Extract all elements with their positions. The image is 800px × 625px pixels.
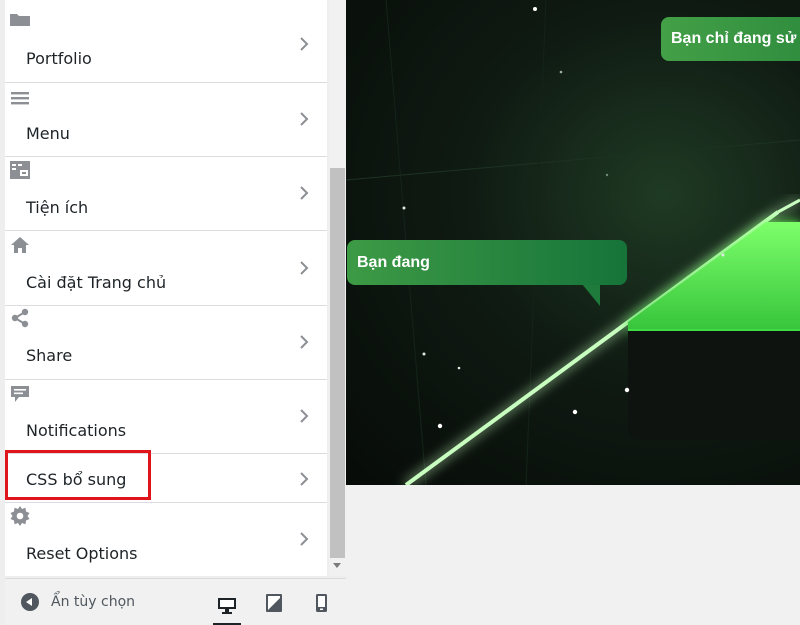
bubble-text: Bạn chỉ đang sử d	[671, 30, 800, 47]
section-label: Notifications	[26, 421, 127, 440]
section-widgets[interactable]: Tiện ích	[5, 157, 327, 231]
preview-tablet-button[interactable]	[260, 589, 288, 617]
collapse-label: Ẩn tùy chọn	[51, 594, 136, 610]
sidebar-scrollbar[interactable]	[329, 0, 346, 576]
chevron-right-icon	[300, 37, 309, 51]
section-homepage-settings[interactable]: Cài đặt Trang chủ	[5, 231, 327, 306]
chevron-right-icon	[300, 532, 309, 546]
customizer-sidebar: Portfolio Menu Tiện ích Cài đặt Trang ch…	[0, 0, 346, 625]
collapse-arrow-icon	[21, 593, 39, 611]
section-portfolio[interactable]: Portfolio	[5, 0, 327, 83]
section-label: Tiện ích	[26, 198, 89, 217]
section-label: Menu	[26, 124, 70, 143]
preview-mobile-button[interactable]	[307, 589, 335, 617]
customizer-footer: Ẩn tùy chọn	[5, 578, 346, 625]
desktop-icon	[218, 598, 236, 614]
section-additional-css[interactable]: CSS bổ sung	[5, 454, 327, 503]
menu-icon	[9, 89, 31, 107]
section-reset-options[interactable]: Reset Options	[5, 503, 327, 576]
section-label: Portfolio	[26, 49, 92, 68]
chevron-right-icon	[300, 335, 309, 349]
chevron-right-icon	[300, 112, 309, 126]
section-menu[interactable]: Menu	[5, 83, 327, 157]
preview-empty-area	[346, 485, 800, 625]
bubble-text: Bạn đang	[357, 253, 430, 271]
section-share[interactable]: Share	[5, 306, 327, 380]
scroll-down-arrow-icon[interactable]	[333, 563, 341, 568]
scrollbar-thumb[interactable]	[330, 168, 345, 558]
customizer-panel: Portfolio Menu Tiện ích Cài đặt Trang ch…	[5, 0, 327, 576]
chevron-right-icon	[300, 261, 309, 275]
section-label: Share	[26, 346, 73, 365]
section-label: Cài đặt Trang chủ	[26, 273, 167, 292]
tablet-icon	[266, 594, 282, 612]
home-icon	[9, 236, 31, 254]
speech-bubble: Bạn chỉ đang sử d	[661, 17, 800, 61]
speech-bubble: Bạn đang	[347, 240, 627, 285]
collapse-sidebar-button[interactable]: Ẩn tùy chọn	[21, 593, 135, 611]
folder-icon	[9, 10, 31, 28]
mobile-icon	[315, 594, 327, 612]
chevron-right-icon	[300, 472, 309, 486]
section-label: CSS bổ sung	[26, 470, 127, 489]
widgets-icon	[9, 161, 31, 179]
section-notifications[interactable]: Notifications	[5, 380, 327, 454]
notification-icon	[9, 385, 31, 403]
chevron-right-icon	[300, 186, 309, 200]
section-label: Reset Options	[26, 544, 138, 563]
share-icon	[9, 308, 31, 328]
gear-icon	[9, 506, 31, 526]
bubble-tail	[582, 284, 600, 306]
preview-desktop-button[interactable]	[213, 589, 241, 625]
chevron-right-icon	[300, 409, 309, 423]
